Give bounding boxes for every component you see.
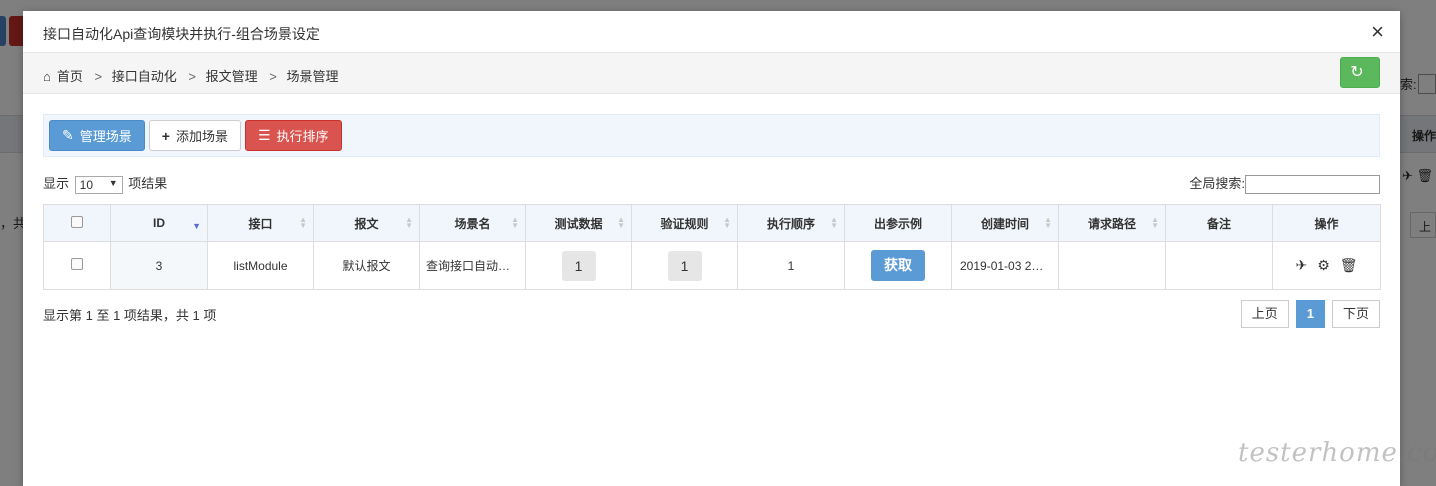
close-icon[interactable]: × <box>1371 21 1384 43</box>
sort-icon: ▲ ▼ <box>299 215 307 230</box>
cell-test-data: 1 <box>525 241 632 290</box>
show-prefix: 显示 <box>43 176 70 191</box>
add-scene-label: 添加场景 <box>175 129 228 144</box>
breadcrumb-message-management[interactable]: 报文管理 <box>206 69 258 84</box>
add-scene-button[interactable]: + 添加场景 <box>148 120 241 151</box>
table-header-row: ID ▼ 接口 ▲ ▼ 报文 ▲ ▼ 场景名 ▲ ▼ 测试数据 ▲ ▼ 验证规则 ▲ ▼ 执行顺序 ▲ ▼… <box>43 204 1381 242</box>
get-sample-button[interactable]: 获取 <box>871 250 925 281</box>
sort-icon: ▲ ▼ <box>830 215 838 230</box>
trash-icon[interactable]: 🗑 <box>1340 257 1358 273</box>
prev-page-button[interactable]: 上页 <box>1240 300 1289 328</box>
home-icon: ⌂ <box>43 69 51 84</box>
select-all-header <box>43 204 111 242</box>
cell-message: 默认报文 <box>313 241 420 290</box>
header-id[interactable]: ID ▼ <box>110 204 208 242</box>
header-scene-name[interactable]: 场景名 ▲ ▼ <box>419 204 526 242</box>
sort-icon: ▲ ▼ <box>1151 215 1159 230</box>
page-1-button[interactable]: 1 <box>1295 300 1325 328</box>
cell-scene-name: 查询接口自动化Api查询模块并执行 <box>419 241 526 290</box>
global-search: 全局搜索: <box>1189 173 1380 195</box>
manage-scene-button[interactable]: ✎ 管理场景 <box>49 120 145 151</box>
watermark: testerhome.com <box>1238 438 1436 468</box>
header-created[interactable]: 创建时间 ▲ ▼ <box>951 204 1059 242</box>
header-verify-rule[interactable]: 验证规则 ▲ ▼ <box>631 204 738 242</box>
breadcrumb-home[interactable]: 首页 <box>57 69 83 84</box>
page-length-control: 显示 10 ▼ 项结果 <box>43 173 167 194</box>
header-sample: 出参示例 <box>844 204 952 242</box>
modal-content: ✎ 管理场景 + 添加场景 ☰ 执行排序 显示 10 ▼ 项结果 全局搜索: I… <box>23 94 1400 360</box>
cell-remark <box>1165 241 1273 290</box>
header-actions: 操作 <box>1272 204 1381 242</box>
edit-icon: ✎ <box>62 127 74 143</box>
cell-path <box>1058 241 1166 290</box>
pagination: 上页 1 下页 <box>1240 300 1380 328</box>
select-all-checkbox[interactable] <box>71 215 83 228</box>
breadcrumb: ⌂ 首页 > 接口自动化 > 报文管理 > 场景管理 ↻ <box>23 53 1400 94</box>
breadcrumb-separator: > <box>188 69 196 84</box>
table-row: 3 listModule 默认报文 查询接口自动化Api查询模块并执行 1 1 … <box>43 241 1381 290</box>
breadcrumb-api-automation[interactable]: 接口自动化 <box>112 69 177 84</box>
sort-icon: ▲ ▼ <box>1044 215 1052 230</box>
sort-desc-icon: ▼ <box>192 221 201 231</box>
sort-icon: ▲ ▼ <box>617 215 625 230</box>
toolbar: ✎ 管理场景 + 添加场景 ☰ 执行排序 <box>43 114 1380 157</box>
table-info: 显示第 1 至 1 项结果，共 1 项 <box>43 308 217 323</box>
next-page-button[interactable]: 下页 <box>1331 300 1380 328</box>
modal-title: 接口自动化Api查询模块并执行-组合场景设定 <box>43 26 320 42</box>
verify-rule-button[interactable]: 1 <box>667 250 702 281</box>
chevron-down-icon: ▼ <box>108 177 118 188</box>
header-api[interactable]: 接口 ▲ ▼ <box>207 204 314 242</box>
header-remark: 备注 <box>1165 204 1273 242</box>
sort-icon: ▲ ▼ <box>511 215 519 230</box>
execution-order-label: 执行排序 <box>276 129 329 144</box>
global-search-input[interactable] <box>1245 175 1380 195</box>
row-checkbox[interactable] <box>71 258 83 270</box>
test-data-button[interactable]: 1 <box>561 250 596 281</box>
cell-id: 3 <box>110 241 208 290</box>
refresh-icon: ↻ <box>1350 64 1364 81</box>
header-message[interactable]: 报文 ▲ ▼ <box>313 204 420 242</box>
row-select-cell <box>43 241 111 290</box>
scene-modal: 接口自动化Api查询模块并执行-组合场景设定 × ⌂ 首页 > 接口自动化 > 报… <box>23 11 1400 486</box>
header-test-data[interactable]: 测试数据 ▲ ▼ <box>525 204 632 242</box>
page-length-value: 10 <box>79 177 93 192</box>
cell-verify-rule: 1 <box>631 241 738 290</box>
header-path[interactable]: 请求路径 ▲ ▼ <box>1058 204 1166 242</box>
global-search-label: 全局搜索: <box>1189 176 1245 191</box>
cell-exec-order: 1 <box>737 241 845 290</box>
page-length-select[interactable]: 10 ▼ <box>74 175 123 194</box>
scene-table: ID ▼ 接口 ▲ ▼ 报文 ▲ ▼ 场景名 ▲ ▼ 测试数据 ▲ ▼ 验证规则 ▲ ▼ 执行顺序 ▲ ▼… <box>43 204 1381 290</box>
breadcrumb-separator: > <box>269 69 277 84</box>
sort-icon: ▲ ▼ <box>723 215 731 230</box>
modal-header: 接口自动化Api查询模块并执行-组合场景设定 × <box>23 11 1400 53</box>
refresh-button[interactable]: ↻ <box>1340 57 1380 88</box>
header-exec-order[interactable]: 执行顺序 ▲ ▼ <box>737 204 845 242</box>
plus-icon: + <box>161 127 170 144</box>
breadcrumb-scene-management: 场景管理 <box>286 69 339 84</box>
table-footer: 显示第 1 至 1 项结果，共 1 项 上页 1 下页 <box>43 300 1380 340</box>
cell-created: 2019-01-03 20:16:35 <box>951 241 1059 290</box>
cell-actions: ✈ ⚙ 🗑 <box>1272 241 1381 290</box>
cell-sample: 获取 <box>844 241 952 290</box>
breadcrumb-separator: > <box>94 69 103 84</box>
execution-order-button[interactable]: ☰ 执行排序 <box>244 120 342 151</box>
send-icon[interactable]: ✈ <box>1295 257 1307 273</box>
manage-scene-label: 管理场景 <box>79 129 132 144</box>
list-icon: ☰ <box>257 127 271 143</box>
cell-api: listModule <box>207 241 314 290</box>
table-controls: 显示 10 ▼ 项结果 全局搜索: <box>43 163 1380 199</box>
gear-icon[interactable]: ⚙ <box>1317 257 1330 273</box>
sort-icon: ▲ ▼ <box>405 215 413 230</box>
show-suffix: 项结果 <box>128 176 168 191</box>
